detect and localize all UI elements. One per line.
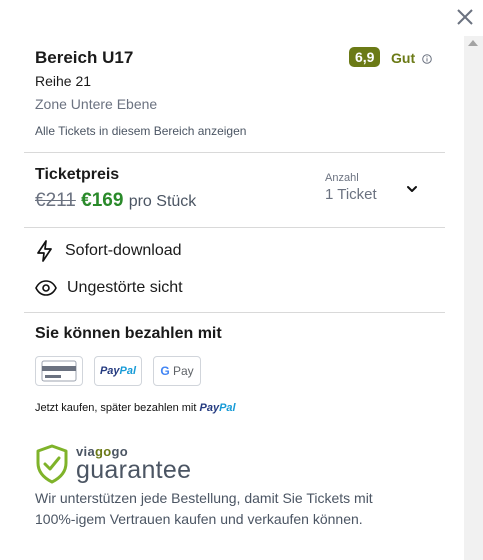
close-icon xyxy=(457,9,473,25)
quantity-label: Anzahl xyxy=(325,172,359,184)
guarantee-description: Wir unterstützen jede Bestellung, damit … xyxy=(35,490,373,527)
google-pay-logo: G Pay xyxy=(160,364,194,378)
info-icon[interactable] xyxy=(422,54,432,64)
card-payment-option xyxy=(35,356,83,386)
payment-methods-list: PayPal G Pay xyxy=(35,356,201,386)
pay-later-text: Jetzt kaufen, später bezahlen mit xyxy=(35,402,197,414)
feature-label: Ungestörte sicht xyxy=(67,279,183,296)
pay-later-info: Jetzt kaufen, später bezahlen mit PayPal xyxy=(35,402,236,414)
feature-unobstructed-view: Ungestörte sicht xyxy=(35,279,183,297)
divider xyxy=(24,312,445,313)
old-price: €211 xyxy=(35,190,76,211)
shield-check-icon xyxy=(36,444,68,484)
price-line: €211 €169 pro Stück xyxy=(35,190,196,212)
guarantee-title: guarantee xyxy=(76,456,192,484)
paypal-logo: PayPal xyxy=(99,365,137,377)
google-pay-payment-option: G Pay xyxy=(153,356,201,386)
divider xyxy=(24,227,445,228)
scrollbar[interactable] xyxy=(464,36,483,560)
payment-methods-title: Sie können bezahlen mit xyxy=(35,325,222,342)
zone-label: Zone Untere Ebene xyxy=(35,96,158,112)
feature-instant-download: Sofort-download xyxy=(35,240,182,262)
quantity-select[interactable]: Anzahl 1 Ticket xyxy=(325,172,377,203)
rating-label: Gut xyxy=(391,50,416,66)
paypal-payment-option: PayPal xyxy=(94,356,142,386)
ticket-price-title: Ticketpreis xyxy=(35,166,120,183)
close-button[interactable] xyxy=(454,6,476,28)
feature-label: Sofort-download xyxy=(65,242,182,259)
per-unit-label: pro Stück xyxy=(128,193,197,210)
all-tickets-in-area-link[interactable]: Alle Tickets in diesem Bereich anzeigen xyxy=(35,124,246,138)
chevron-down-icon[interactable] xyxy=(405,182,419,196)
rating-badge: 6,9 xyxy=(349,47,381,67)
new-price: €169 xyxy=(81,190,124,211)
row-label: Reihe 21 xyxy=(35,73,92,89)
eye-icon xyxy=(35,280,57,296)
scroll-up-arrow-icon[interactable] xyxy=(468,40,478,46)
quantity-value: 1 Ticket xyxy=(325,186,377,203)
divider xyxy=(24,152,445,153)
paypal-logo: PayPal xyxy=(199,402,236,414)
lightning-icon xyxy=(37,240,52,262)
section-name: Bereich U17 xyxy=(35,48,134,67)
credit-card-icon xyxy=(41,360,77,382)
